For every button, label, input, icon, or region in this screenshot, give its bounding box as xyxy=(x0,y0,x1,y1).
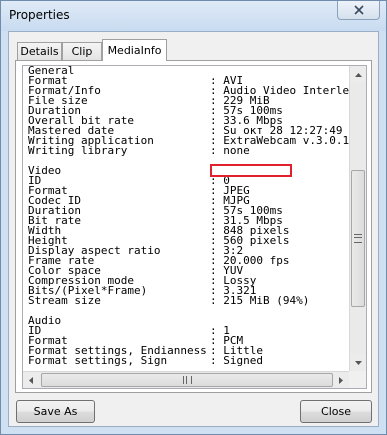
tab-details-label: Details xyxy=(20,45,59,58)
mediainfo-panel: General Format: AVI Format/Info: Audio Vid… xyxy=(15,60,372,393)
scroll-up-arrow-icon xyxy=(354,72,362,77)
scrollbar-corner xyxy=(349,371,366,388)
mediainfo-line xyxy=(28,156,350,166)
scroll-down-button[interactable] xyxy=(350,354,366,371)
mediainfo-field-value: : Signed xyxy=(210,354,263,367)
mediainfo-text: General Format: AVI Format/Info: Audio Vid… xyxy=(28,66,350,372)
tab-details[interactable]: Details xyxy=(17,42,62,60)
mediainfo-field-label: Format settings, Sign xyxy=(28,354,168,367)
save-as-button[interactable]: Save As xyxy=(16,400,95,423)
mediainfo-line: Width: 848 pixels xyxy=(28,225,350,236)
scroll-left-arrow-icon xyxy=(29,377,33,384)
horizontal-scrollbar[interactable] xyxy=(23,371,349,388)
scroll-right-button[interactable] xyxy=(333,372,349,388)
close-icon xyxy=(353,5,364,15)
save-as-label: Save As xyxy=(33,405,78,418)
mediainfo-field-label: Writing library xyxy=(28,144,128,157)
window-title: Properties xyxy=(9,8,70,22)
tab-clip-label: Clip xyxy=(71,45,93,58)
horizontal-scroll-thumb[interactable] xyxy=(41,373,333,387)
scroll-up-button[interactable] xyxy=(350,66,366,83)
mediainfo-line: Writing library : none xyxy=(28,144,350,157)
tab-mediainfo-label: MediaInfo xyxy=(107,44,162,57)
scroll-down-arrow-icon xyxy=(354,360,362,365)
mediainfo-field-value: : none xyxy=(210,144,250,157)
title-bar[interactable]: Properties xyxy=(1,1,386,31)
tab-mediainfo[interactable]: MediaInfo xyxy=(102,39,167,61)
tab-clip[interactable]: Clip xyxy=(62,42,102,60)
mediainfo-line: ID: 0 xyxy=(28,175,350,186)
mediainfo-line xyxy=(28,306,350,316)
vertical-scroll-thumb[interactable] xyxy=(351,170,365,307)
mediainfo-field-value: : 215 MiB (94%) xyxy=(210,294,310,307)
mediainfo-line: ID: 1 xyxy=(28,325,350,336)
mediainfo-textbox[interactable]: General Format: AVI Format/Info: Audio Vid… xyxy=(22,65,367,389)
grip-icon xyxy=(182,376,192,384)
duration-highlight-box xyxy=(210,164,292,177)
dialog-client-area: Details Clip MediaInfo General Format: AV… xyxy=(8,31,379,427)
close-button[interactable]: Close xyxy=(300,400,372,423)
scroll-right-arrow-icon xyxy=(339,377,343,384)
close-label: Close xyxy=(321,405,351,418)
properties-window: Properties Details Clip MediaInfo Genera… xyxy=(0,0,387,435)
window-close-button[interactable] xyxy=(337,1,380,20)
mediainfo-line: Video xyxy=(28,165,350,176)
mediainfo-line: Audio xyxy=(28,315,350,326)
vertical-scrollbar[interactable] xyxy=(349,66,366,371)
mediainfo-line: General xyxy=(28,66,350,76)
mediainfo-line: Bit rate: 31.5 Mbps xyxy=(28,215,350,226)
mediainfo-field-label: Stream size xyxy=(28,294,101,307)
grip-icon xyxy=(354,234,362,243)
mediainfo-line: Format settings, Sign : Signed xyxy=(28,354,350,367)
mediainfo-line: Stream size : 215 MiB (94%) xyxy=(28,294,350,307)
scroll-left-button[interactable] xyxy=(23,372,39,388)
